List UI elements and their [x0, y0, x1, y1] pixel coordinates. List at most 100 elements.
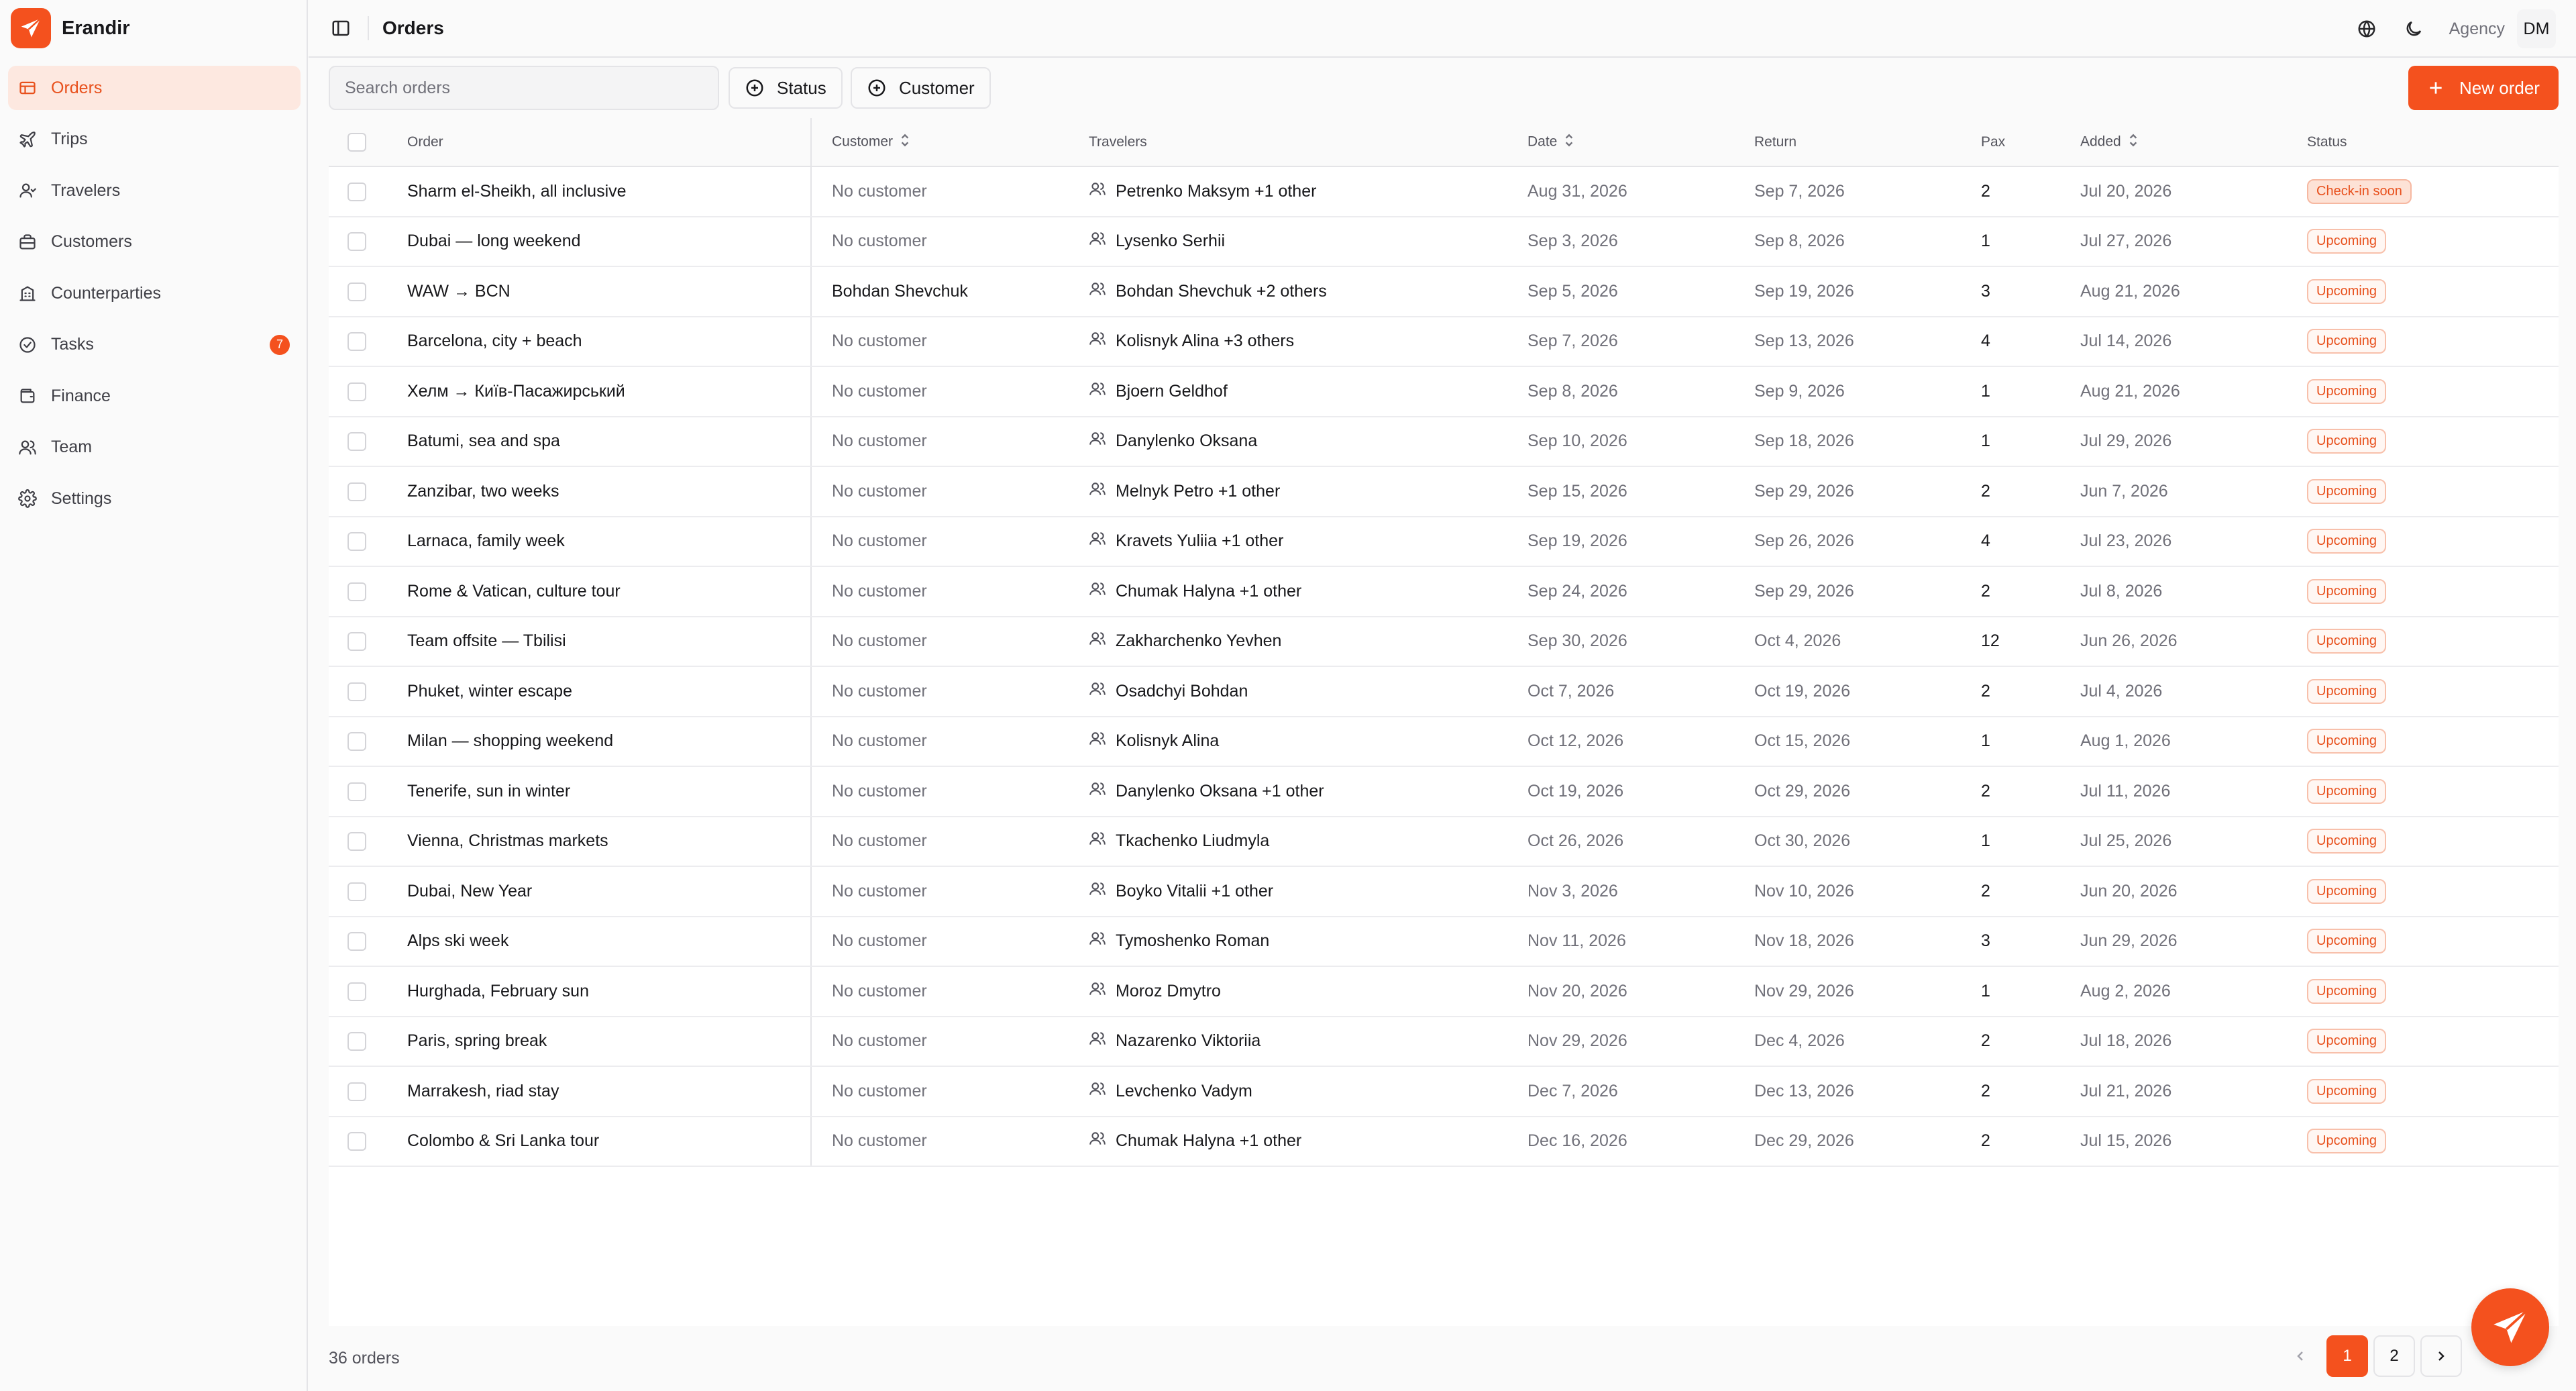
chevron-right-icon — [2438, 1351, 2445, 1361]
row-select-cell — [329, 216, 407, 267]
page-button-1[interactable]: 1 — [2326, 1335, 2368, 1377]
table-row[interactable]: Barcelona, city + beach No customer Kolisn… — [329, 316, 2559, 367]
row-checkbox[interactable] — [347, 782, 366, 801]
order-name[interactable]: Alps ski week — [407, 916, 812, 967]
avatar[interactable]: DM — [2517, 9, 2556, 48]
new-order-button[interactable]: New order — [2408, 66, 2559, 110]
row-checkbox[interactable] — [347, 832, 366, 852]
travelers-cell: Osadchyi Bohdan — [1089, 666, 1527, 717]
order-name[interactable]: Vienna, Christmas markets — [407, 816, 812, 867]
sidebar-item-team[interactable]: Team — [8, 425, 301, 470]
column-header-date[interactable]: Date — [1527, 118, 1754, 167]
table-row[interactable]: Team offsite — Tbilisi No customer Zakharc… — [329, 616, 2559, 667]
table-row[interactable]: Hurghada, February sun No customer Moroz D… — [329, 966, 2559, 1017]
row-checkbox[interactable] — [347, 232, 366, 252]
status-filter-button[interactable]: Status — [729, 67, 843, 109]
prev-page-button[interactable] — [2279, 1335, 2321, 1377]
sidebar-item-finance[interactable]: Finance — [8, 374, 301, 418]
row-checkbox[interactable] — [347, 282, 366, 301]
sidebar-item-customers[interactable]: Customers — [8, 220, 301, 264]
row-checkbox[interactable] — [347, 1082, 366, 1101]
row-checkbox[interactable] — [347, 732, 366, 752]
order-name[interactable]: Paris, spring break — [407, 1016, 812, 1067]
travelers-icon — [1089, 680, 1106, 703]
table-row[interactable]: Sharm el-Sheikh, all inclusive No custome… — [329, 166, 2559, 217]
assistant-fab-button[interactable] — [2471, 1288, 2549, 1366]
sidebar-item-counterparties[interactable]: Counterparties — [8, 271, 301, 315]
order-name[interactable]: Хелм → Київ-Пасажирський — [407, 366, 812, 417]
table-row[interactable]: Dubai — long weekend No customer Lysenko S… — [329, 216, 2559, 267]
select-all-checkbox[interactable] — [347, 132, 366, 152]
customer-filter-label: Customer — [899, 77, 975, 98]
table-row[interactable]: Phuket, winter escape No customer Osadchyi… — [329, 666, 2559, 717]
order-name[interactable]: Phuket, winter escape — [407, 666, 812, 717]
table-row[interactable]: Zanzibar, two weeks No customer Melnyk Pet… — [329, 466, 2559, 517]
order-name[interactable]: Dubai — long weekend — [407, 216, 812, 267]
row-checkbox[interactable] — [347, 482, 366, 501]
row-checkbox[interactable] — [347, 582, 366, 601]
table-row[interactable]: Marrakesh, riad stay No customer Levchenko… — [329, 1066, 2559, 1117]
row-checkbox[interactable] — [347, 982, 366, 1001]
order-name[interactable]: Colombo & Sri Lanka tour — [407, 1116, 812, 1167]
sidebar-item-orders[interactable]: Orders — [8, 66, 301, 110]
row-select-cell — [329, 666, 407, 717]
table-row[interactable]: Batumi, sea and spa No customer Danylenko … — [329, 416, 2559, 467]
page-button-2[interactable]: 2 — [2373, 1335, 2415, 1377]
order-name[interactable]: Team offsite — Tbilisi — [407, 616, 812, 667]
sidebar-item-travelers[interactable]: Travelers — [8, 168, 301, 213]
table-row[interactable]: Alps ski week No customer Tymoshenko Roman… — [329, 916, 2559, 967]
row-checkbox[interactable] — [347, 532, 366, 552]
row-checkbox[interactable] — [347, 332, 366, 352]
table-row[interactable]: Milan — shopping weekend No customer Kolis… — [329, 716, 2559, 767]
row-checkbox[interactable] — [347, 432, 366, 452]
row-checkbox[interactable] — [347, 1132, 366, 1151]
order-name[interactable]: WAW → BCN — [407, 266, 812, 317]
theme-toggle-button[interactable] — [2402, 17, 2425, 40]
row-checkbox[interactable] — [347, 932, 366, 951]
agency-label[interactable]: Agency — [2449, 19, 2505, 39]
language-button[interactable] — [2355, 17, 2378, 40]
search-input[interactable] — [329, 66, 719, 110]
row-checkbox[interactable] — [347, 382, 366, 401]
sidebar-item-label: Tasks — [51, 335, 94, 354]
sidebar-item-settings[interactable]: Settings — [8, 476, 301, 521]
column-header-label: Customer — [832, 134, 894, 150]
table-row[interactable]: Хелм → Київ-Пасажирський No customer Bjoer… — [329, 366, 2559, 417]
table-row[interactable]: Dubai, New Year No customer Boyko Vitalii … — [329, 866, 2559, 917]
column-header-added[interactable]: Added — [2080, 118, 2307, 167]
order-name[interactable]: Zanzibar, two weeks — [407, 466, 812, 517]
added-cell: Jul 15, 2026 — [2080, 1116, 2307, 1167]
order-name[interactable]: Milan — shopping weekend — [407, 716, 812, 767]
order-name[interactable]: Sharm el-Sheikh, all inclusive — [407, 166, 812, 217]
sidebar-item-trips[interactable]: Trips — [8, 117, 301, 162]
table-row[interactable]: Rome & Vatican, culture tour No customer C… — [329, 566, 2559, 617]
customer-filter-button[interactable]: Customer — [851, 67, 991, 109]
table-row[interactable]: Tenerife, sun in winter No customer Danyle… — [329, 766, 2559, 817]
order-name[interactable]: Marrakesh, riad stay — [407, 1066, 812, 1117]
table-row[interactable]: Vienna, Christmas markets No customer Tkac… — [329, 816, 2559, 867]
order-name[interactable]: Batumi, sea and spa — [407, 416, 812, 467]
row-checkbox[interactable] — [347, 682, 366, 701]
table-row[interactable]: Colombo & Sri Lanka tour No customer Chuma… — [329, 1116, 2559, 1167]
row-checkbox[interactable] — [347, 882, 366, 901]
return-cell: Nov 18, 2026 — [1754, 916, 1981, 967]
brand[interactable]: Erandir — [11, 8, 130, 48]
table-row[interactable]: WAW → BCN Bohdan Shevchuk Bohdan Shevchuk … — [329, 266, 2559, 317]
order-name[interactable]: Hurghada, February sun — [407, 966, 812, 1017]
sidebar-item-tasks[interactable]: Tasks 7 — [8, 323, 301, 367]
check-circle-icon — [17, 335, 38, 355]
order-name[interactable]: Tenerife, sun in winter — [407, 766, 812, 817]
row-checkbox[interactable] — [347, 1032, 366, 1051]
row-checkbox[interactable] — [347, 182, 366, 201]
column-header-customer[interactable]: Customer — [811, 118, 1089, 167]
table-row[interactable]: Larnaca, family week No customer Kravets Y… — [329, 516, 2559, 567]
order-name[interactable]: Rome & Vatican, culture tour — [407, 566, 812, 617]
next-page-button[interactable] — [2420, 1335, 2462, 1377]
order-name[interactable]: Barcelona, city + beach — [407, 316, 812, 367]
paper-plane-logo-icon — [11, 8, 51, 48]
order-name[interactable]: Larnaca, family week — [407, 516, 812, 567]
order-name[interactable]: Dubai, New Year — [407, 866, 812, 917]
table-row[interactable]: Paris, spring break No customer Nazarenko … — [329, 1016, 2559, 1067]
sidebar-toggle-button[interactable] — [327, 15, 354, 42]
row-checkbox[interactable] — [347, 632, 366, 652]
